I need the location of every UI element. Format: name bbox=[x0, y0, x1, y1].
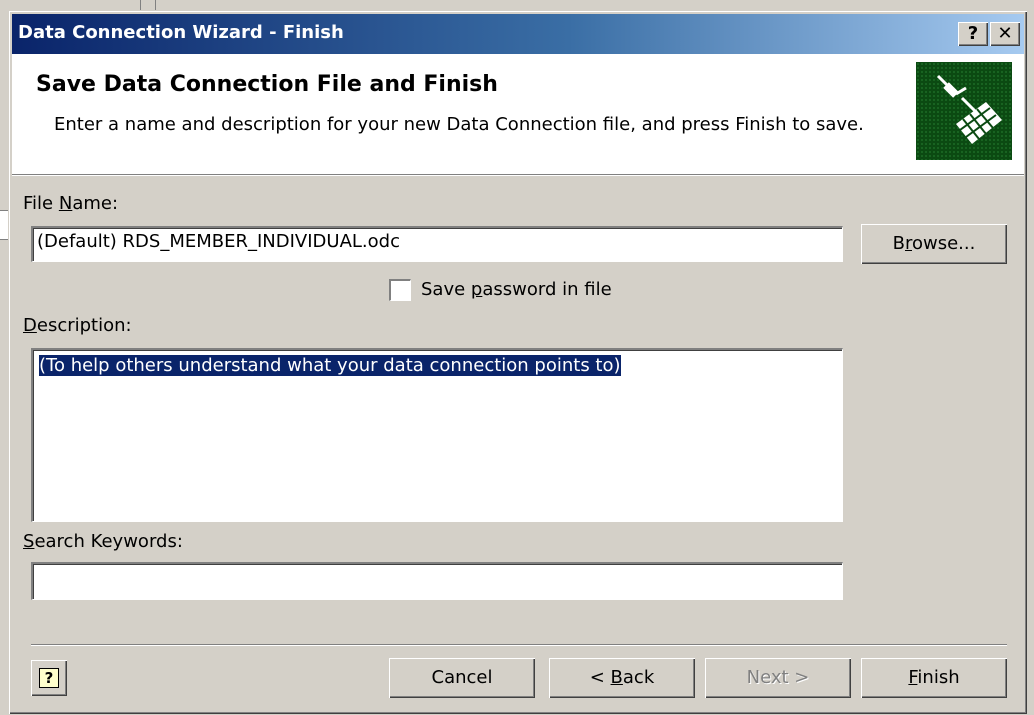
page-description: Enter a name and description for your ne… bbox=[54, 114, 864, 135]
footer-separator bbox=[31, 644, 1007, 646]
next-button[interactable]: Next > bbox=[705, 658, 851, 698]
help-icon: ? bbox=[39, 668, 59, 688]
description-selected-text: (To help others understand what your dat… bbox=[39, 355, 621, 376]
wizard-dialog: Data Connection Wizard - Finish ? ✕ Save… bbox=[8, 10, 1027, 714]
save-password-checkbox[interactable] bbox=[389, 279, 411, 301]
search-keywords-input[interactable] bbox=[31, 562, 843, 600]
browse-button[interactable]: Browse... bbox=[861, 224, 1007, 264]
description-textarea[interactable]: (To help others understand what your dat… bbox=[31, 348, 843, 522]
title-bar: Data Connection Wizard - Finish ? ✕ bbox=[12, 14, 1024, 54]
save-password-label[interactable]: Save password in file bbox=[421, 279, 612, 300]
data-connection-icon bbox=[916, 62, 1012, 160]
page-title: Save Data Connection File and Finish bbox=[36, 72, 498, 97]
description-label: Description: bbox=[23, 315, 132, 336]
file-name-label: File Name: bbox=[23, 193, 119, 214]
back-button[interactable]: < Back bbox=[549, 658, 695, 698]
search-keywords-label: Search Keywords: bbox=[23, 531, 183, 552]
help-button[interactable]: ? bbox=[958, 22, 988, 46]
close-button[interactable]: ✕ bbox=[990, 22, 1020, 46]
finish-button[interactable]: Finish bbox=[861, 658, 1007, 698]
cancel-button[interactable]: Cancel bbox=[389, 658, 535, 698]
help-icon-button[interactable]: ? bbox=[31, 660, 67, 696]
window-title: Data Connection Wizard - Finish bbox=[18, 22, 344, 43]
wizard-header: Save Data Connection File and Finish Ent… bbox=[12, 54, 1024, 176]
file-name-input[interactable]: (Default) RDS_MEMBER_INDIVIDUAL.odc bbox=[31, 226, 843, 262]
